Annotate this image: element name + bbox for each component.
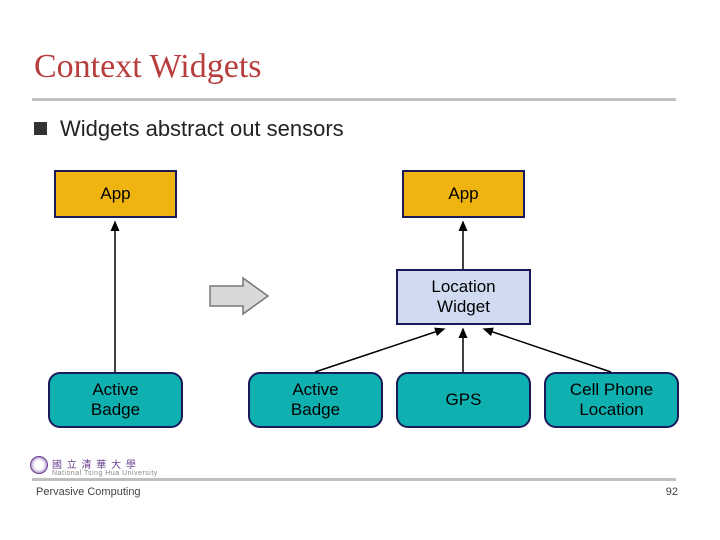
left-sensor-box: Active Badge xyxy=(48,372,183,428)
right-app-box: App xyxy=(402,170,525,218)
right-sensor-2-label: Cell Phone Location xyxy=(570,380,653,419)
right-sensor-2-box: Cell Phone Location xyxy=(544,372,679,428)
footer-left-text: Pervasive Computing xyxy=(36,486,141,498)
transition-arrow-icon xyxy=(210,278,268,314)
right-app-label: App xyxy=(448,184,478,204)
university-sub: National Tsing Hua University xyxy=(52,470,158,477)
right-sensor-1-box: GPS xyxy=(396,372,531,428)
location-widget-box: Location Widget xyxy=(396,269,531,325)
university-name: 國 立 清 華 大 學 xyxy=(52,456,137,471)
university-emblem-icon xyxy=(30,456,48,474)
slide-number: 92 xyxy=(666,486,678,498)
location-widget-label: Location Widget xyxy=(431,277,495,316)
right-sensor-0-box: Active Badge xyxy=(248,372,383,428)
left-sensor-label: Active Badge xyxy=(91,380,140,419)
footer-divider xyxy=(32,478,676,481)
right-sensor-0-label: Active Badge xyxy=(291,380,340,419)
left-app-box: App xyxy=(54,170,177,218)
right-sensor-1-label: GPS xyxy=(446,390,482,410)
left-app-label: App xyxy=(100,184,130,204)
